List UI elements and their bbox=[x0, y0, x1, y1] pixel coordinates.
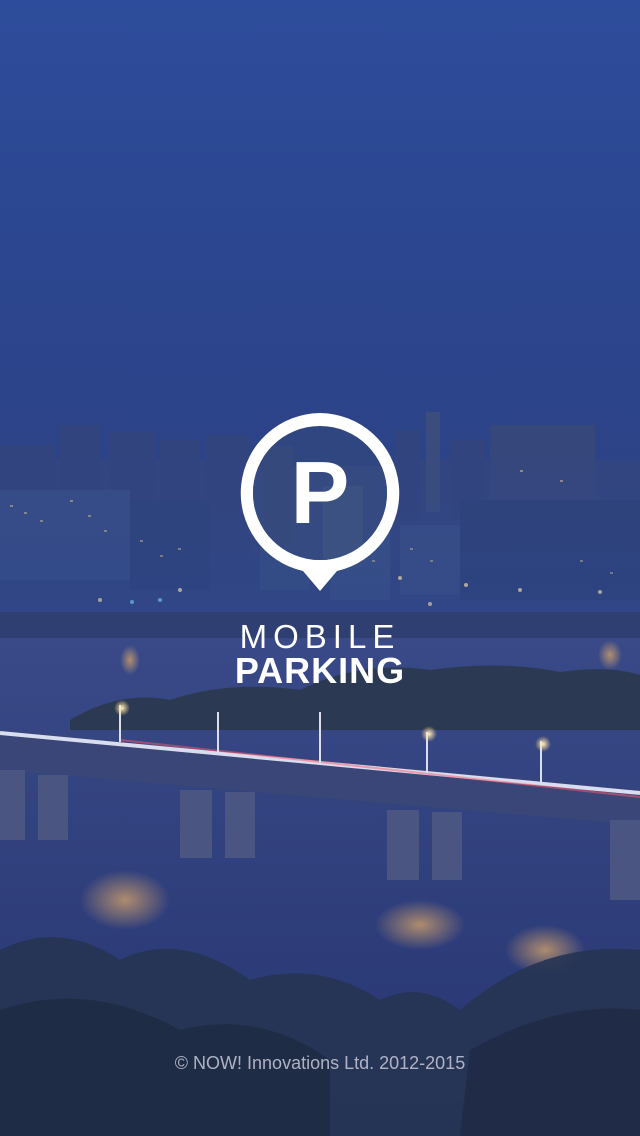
logo-letter: P bbox=[290, 443, 350, 542]
logo-letter-wrap: P bbox=[253, 426, 387, 560]
copyright-text: © NOW! Innovations Ltd. 2012-2015 bbox=[174, 1053, 466, 1073]
logo-title-line2: PARKING bbox=[234, 650, 406, 691]
splash-background bbox=[0, 0, 640, 1136]
